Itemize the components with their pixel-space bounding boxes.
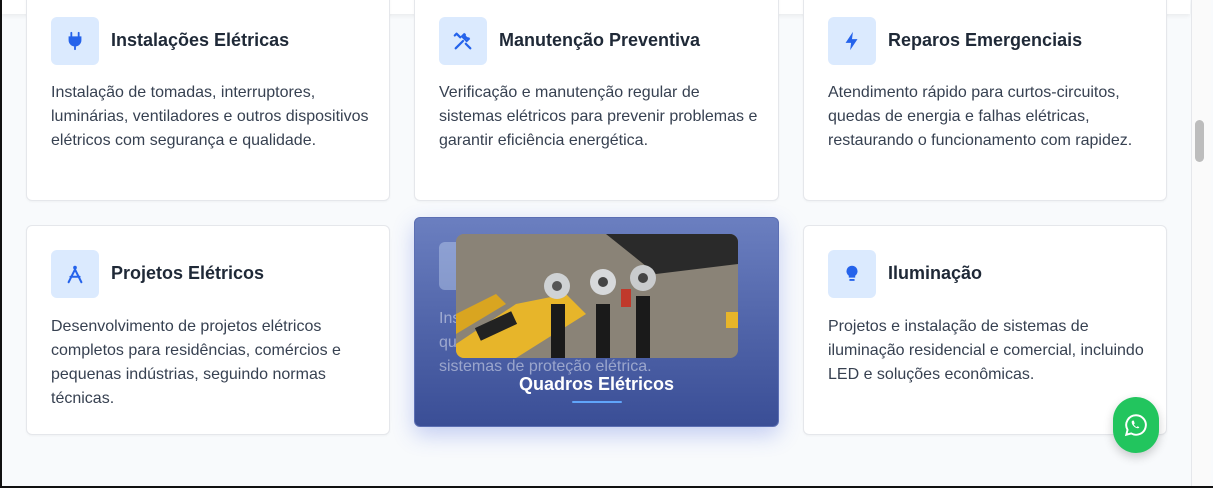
scrollbar-thumb[interactable] [1195, 120, 1204, 162]
service-description: Desenvolvimento de projetos elétricos co… [51, 318, 341, 407]
service-title: Iluminação [888, 263, 983, 283]
service-title: Projetos Elétricos [111, 263, 265, 283]
compass-icon [51, 250, 99, 298]
service-card-manutencao[interactable]: Manutenção Preventiva Verificação e manu… [414, 0, 779, 201]
whatsapp-icon [1124, 414, 1147, 437]
scrollbar[interactable] [1191, 0, 1211, 486]
service-description: Projetos e instalação de sistemas de ilu… [828, 318, 1144, 383]
title-underline [572, 401, 622, 403]
service-title: Instalações Elétricas [111, 30, 290, 50]
whatsapp-button[interactable] [1113, 397, 1159, 453]
service-title: Reparos Emergenciais [888, 30, 1083, 50]
service-photo [456, 234, 738, 358]
service-description: Instalação de tomadas, interruptores, lu… [51, 84, 369, 149]
plug-icon [51, 17, 99, 65]
service-card-projetos[interactable]: Projetos Elétricos Desenvolvimento de pr… [26, 225, 390, 435]
service-title: Quadros Elétricos [518, 374, 675, 394]
service-card-quadros[interactable]: Ins qu sistemas de proteção elétrica. Qu… [414, 217, 779, 427]
service-card-iluminacao[interactable]: Iluminação Projetos e instalação de sist… [803, 225, 1167, 435]
service-description: Verificação e manutenção regular de sist… [439, 84, 758, 149]
tools-icon [439, 17, 487, 65]
service-description: Atendimento rápido para curtos-circuitos… [828, 84, 1133, 149]
lightbulb-icon [828, 250, 876, 298]
bolt-icon [828, 17, 876, 65]
service-title: Manutenção Preventiva [499, 30, 701, 50]
service-card-reparos[interactable]: Reparos Emergenciais Atendimento rápido … [803, 0, 1167, 201]
service-card-instalacoes[interactable]: Instalações Elétricas Instalação de toma… [26, 0, 390, 201]
